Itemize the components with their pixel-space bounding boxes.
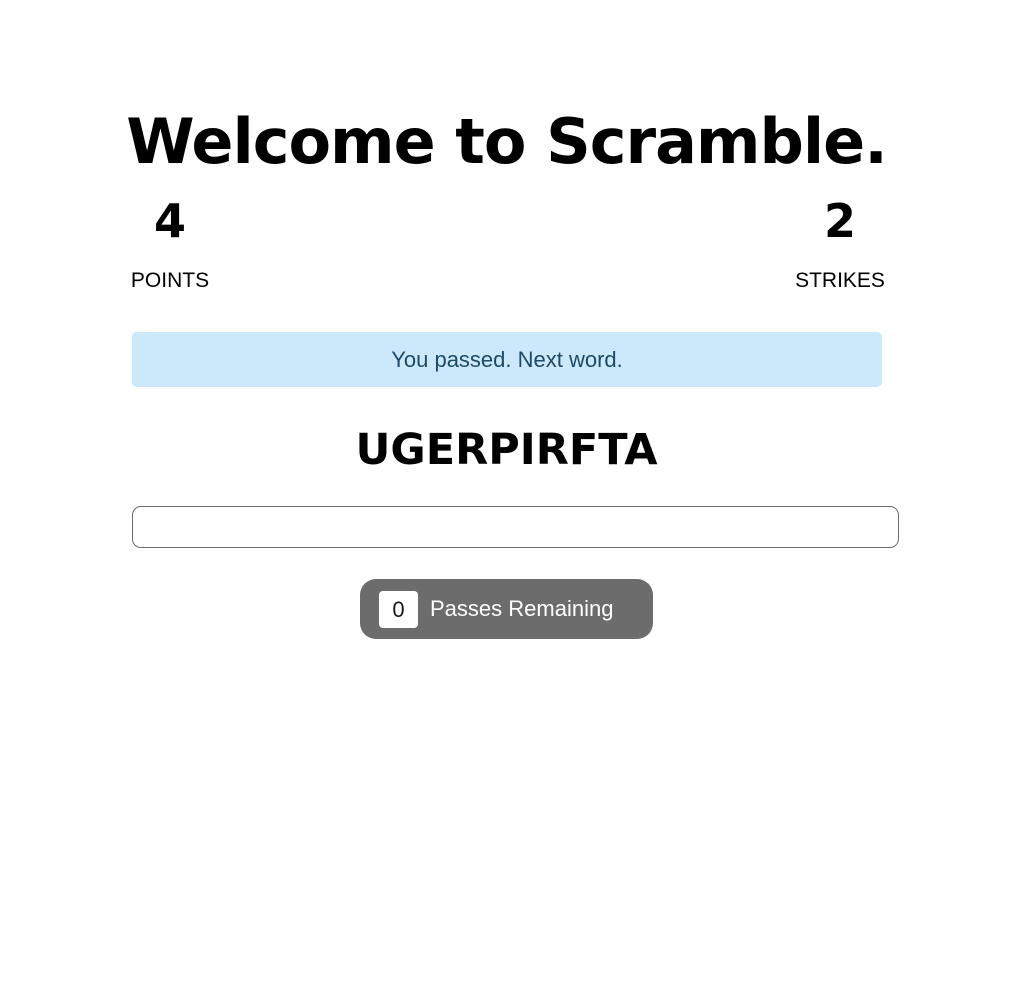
page-title: Welcome to Scramble. [126,104,888,178]
strikes-stat: 2 STRIKES [770,190,910,296]
points-stat: 4 POINTS [100,190,240,296]
status-message: You passed. Next word. [132,332,882,387]
passes-remaining-label: Passes Remaining [430,596,614,621]
strikes-label: STRIKES [795,269,885,292]
passes-remaining-badge: 0 [379,590,418,628]
scrambled-word: UGERPIRFTA [355,425,658,475]
strikes-value: 2 [823,194,856,248]
pass-button[interactable]: 0 Passes Remaining [360,579,653,639]
guess-input[interactable] [132,506,899,548]
points-label: POINTS [130,269,210,292]
points-value: 4 [153,194,186,248]
